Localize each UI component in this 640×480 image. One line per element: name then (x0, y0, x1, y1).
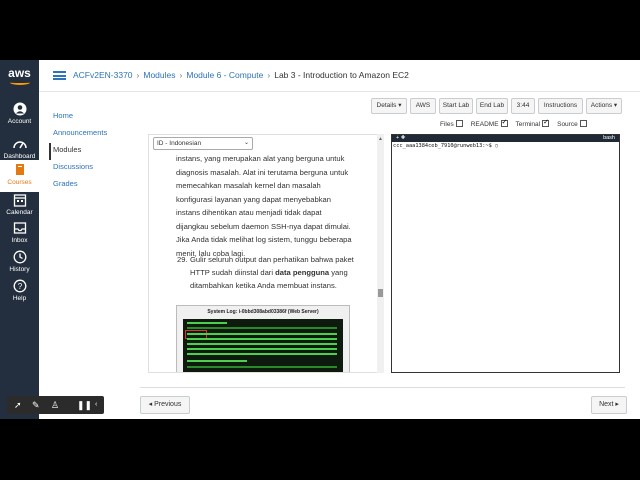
files-label: Files (440, 121, 454, 128)
courses-icon (15, 164, 24, 175)
course-nav-modules[interactable]: Modules (49, 143, 133, 160)
footer-divider (140, 387, 625, 388)
breadcrumb: ACFv2EN-3370 › Modules › Module 6 - Compute ›… (73, 70, 409, 80)
screenshot-title: System Log: i-0bbd308abd03386f (Web Serv… (207, 309, 319, 315)
breadcrumb-separator: › (136, 70, 140, 80)
global-nav-label: Courses (7, 179, 32, 186)
terminal-checkbox[interactable] (542, 118, 550, 127)
page-header: ACFv2EN-3370 › Modules › Module 6 - Compute ›… (39, 60, 640, 92)
course-nav-home[interactable]: Home (53, 109, 133, 126)
step-text-bold: data pengguna (275, 268, 330, 277)
new-terminal-icon[interactable]: + ✚ (396, 135, 405, 142)
course-nav-grades[interactable]: Grades (53, 177, 133, 194)
global-nav-history[interactable]: History (0, 250, 39, 273)
system-log-screenshot: System Log: i-0bbd308abd03386f (Web Serv… (176, 305, 350, 372)
global-nav-label: Help (12, 295, 27, 302)
readme-checkbox[interactable] (500, 118, 508, 127)
previous-button[interactable]: ◂ Previous (140, 396, 190, 414)
hamburger-menu-icon[interactable] (53, 71, 66, 80)
history-icon (13, 250, 26, 264)
readme-label: README (470, 121, 499, 128)
global-nav-label: Inbox (11, 237, 28, 244)
cursor-icon[interactable]: ➚ (14, 398, 22, 412)
svg-text:?: ? (17, 282, 22, 291)
aws-button[interactable]: AWS (410, 98, 436, 114)
step-number: 29. (177, 255, 188, 264)
terminal-prompt: ccc_aaa1384ceb_7910@runweb13:~$ ▯ (393, 143, 499, 149)
instructions-button[interactable]: Instructions (538, 98, 583, 114)
collapse-icon[interactable]: ‹ (95, 398, 97, 412)
global-nav-help[interactable]: ? Help (0, 279, 39, 302)
pen-icon[interactable]: ✎ (32, 398, 40, 412)
global-nav: aws Account Dashboard Courses Calendar I… (0, 60, 39, 419)
language-select-value: ID - Indonesian (157, 140, 202, 147)
actions-button[interactable]: Actions ▾ (586, 98, 622, 114)
view-options: Files README Terminal Source (440, 118, 595, 130)
terminal-pane[interactable]: + ✚ bash ccc_aaa1384ceb_7910@runweb13:~$… (391, 134, 620, 373)
breadcrumb-current: Lab 3 - Introduction to Amazon EC2 (274, 70, 409, 80)
global-nav-courses[interactable]: Courses (0, 160, 39, 192)
global-nav-label: History (9, 266, 30, 273)
pause-icon[interactable]: ❚❚ (77, 398, 92, 412)
aws-logo[interactable]: aws (0, 66, 39, 85)
start-lab-button[interactable]: Start Lab (439, 98, 473, 114)
dashboard-icon (12, 141, 27, 149)
screen-recorder-toolbar: ➚ ✎ ♙ ❚❚ ‹ (7, 396, 104, 414)
lab-timer: 3:44 (511, 98, 535, 114)
global-nav-dashboard[interactable]: Dashboard (0, 137, 39, 160)
help-icon: ? (13, 279, 26, 293)
scroll-up-icon[interactable]: ▲ (378, 136, 383, 142)
next-button[interactable]: Next ▸ (591, 396, 627, 414)
global-nav-inbox[interactable]: Inbox (0, 221, 39, 244)
inbox-icon (13, 222, 26, 234)
breadcrumb-separator: › (267, 70, 271, 80)
screenshot-terminal (183, 319, 343, 372)
global-nav-label: Account (7, 118, 32, 125)
terminal-tab[interactable]: bash (603, 135, 615, 142)
global-nav-label: Calendar (6, 209, 33, 216)
course-nav-announcements[interactable]: Announcements (53, 126, 133, 143)
breadcrumb-module[interactable]: Module 6 - Compute (186, 70, 263, 80)
aws-smile-icon (9, 80, 30, 85)
source-checkbox[interactable] (579, 120, 587, 127)
files-checkbox[interactable] (455, 120, 463, 127)
source-label: Source (557, 121, 578, 128)
details-button[interactable]: Details ▾ (371, 98, 407, 114)
instruction-paragraph: instans, yang merupakan alat yang bergun… (176, 154, 352, 258)
breadcrumb-modules[interactable]: Modules (143, 70, 175, 80)
chevron-down-icon: ⌄ (243, 140, 249, 146)
aws-logo-text: aws (8, 66, 31, 80)
end-lab-button[interactable]: End Lab (476, 98, 508, 114)
highlighter-icon[interactable]: ♙ (51, 398, 59, 412)
readme-scrollbar[interactable]: ▲ (377, 134, 384, 373)
step-text: Gulir seluruh output dan perhatikan bahw… (190, 253, 355, 292)
course-nav-discussions[interactable]: Discussions (53, 160, 133, 177)
terminal-label: Terminal (515, 121, 541, 128)
global-nav-account[interactable]: Account (0, 102, 39, 125)
readme-pane: ID - Indonesian ⌄ instans, yang merupaka… (148, 134, 378, 373)
course-nav: Home Announcements Modules Discussions G… (49, 109, 133, 194)
account-icon (13, 102, 26, 116)
terminal-tab-bar: + ✚ bash (392, 135, 619, 142)
global-nav-label: Dashboard (3, 153, 36, 160)
global-nav-calendar[interactable]: Calendar (0, 193, 39, 216)
calendar-icon (13, 194, 26, 207)
scrollbar-thumb[interactable] (378, 289, 383, 297)
breadcrumb-separator: › (179, 70, 183, 80)
app-frame: aws Account Dashboard Courses Calendar I… (0, 60, 640, 419)
language-select[interactable]: ID - Indonesian ⌄ (153, 137, 253, 150)
breadcrumb-course[interactable]: ACFv2EN-3370 (73, 70, 133, 80)
